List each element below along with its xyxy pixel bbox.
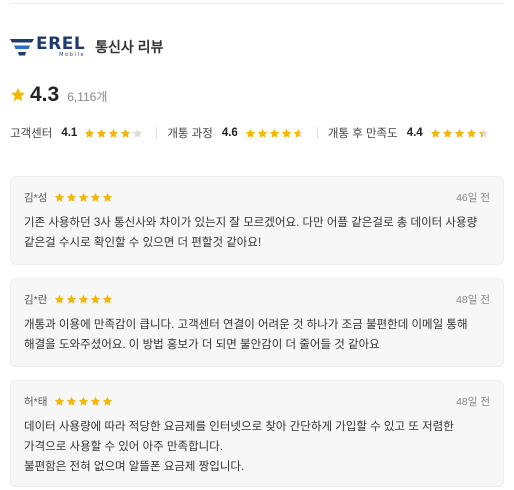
brand-logo: EREL Mobile: [10, 33, 86, 58]
category-stars: [430, 128, 490, 139]
star-icon: [55, 396, 65, 406]
review-stars: [54, 192, 114, 203]
star-icon: [293, 128, 304, 138]
logo-subtext: Mobile: [59, 51, 86, 58]
star-icon: [454, 128, 464, 138]
star-icon: [133, 128, 143, 138]
star-icon: [269, 128, 280, 138]
star-icon: [109, 128, 119, 138]
star-icon: [281, 128, 292, 138]
reviewer-name: 허*태: [24, 395, 48, 408]
divider: [156, 127, 158, 139]
star-icon: [121, 128, 131, 138]
category-post-activation: 개통 후 만족도 4.4: [328, 125, 490, 141]
review-text: 기존 사용하던 3사 통신사와 차이가 있는지 잘 모르겠어요. 다만 어플 같…: [24, 217, 478, 249]
category-stars: [84, 128, 144, 139]
star-icon: [478, 128, 488, 138]
star-icon: [67, 192, 77, 202]
divider: [316, 127, 318, 139]
page-title: 통신사 리뷰: [95, 39, 164, 55]
star-icon: [103, 192, 113, 202]
star-icon: [55, 192, 65, 202]
category-activation-process: 개통 과정 4.6: [167, 125, 305, 141]
review-header: EREL Mobile 통신사 리뷰: [10, 33, 164, 58]
review-date: 48일 전: [456, 395, 490, 408]
review-text: 개통과 이용에 만족감이 큽니다. 고객센터 연결이 어려운 것 하나가 조금 …: [24, 319, 468, 351]
star-icon: [79, 396, 89, 406]
star-icon: [79, 294, 89, 304]
review-text: 데이터 사용량에 따라 적당한 요금제를 인터넷으로 찾아 간단하게 가입할 수…: [24, 421, 454, 473]
star-icon: [97, 128, 107, 138]
top-divider: [10, 3, 504, 4]
star-icon: [91, 192, 101, 202]
star-icon: [257, 128, 268, 138]
brand-logo-icon: [10, 38, 34, 55]
star-icon: [11, 88, 25, 102]
logo-wordmark: EREL: [36, 33, 86, 54]
review-card: 허*태 48일 전 데이터 사용량에 따라 적당한 요금제를 인터넷으로 찾아 …: [10, 380, 504, 487]
star-icon: [103, 396, 113, 406]
review-stars: [54, 294, 114, 305]
star-icon: [245, 128, 256, 138]
rating-summary: 4.3 6,116개: [10, 83, 108, 106]
review-card: 김*성 46일 전 기존 사용하던 3사 통신사와 차이가 있는지 잘 모르겠어…: [10, 176, 504, 265]
star-icon: [430, 128, 440, 138]
category-score: 4.6: [221, 127, 238, 139]
reviewer-name: 김*란: [24, 293, 48, 306]
review-date: 48일 전: [456, 293, 490, 306]
star-icon: [91, 294, 101, 304]
category-score: 4.4: [406, 127, 423, 139]
review-date: 46일 전: [456, 191, 490, 204]
category-stars: [245, 128, 305, 139]
average-rating: 4.3: [30, 83, 60, 106]
star-icon: [79, 192, 89, 202]
category-label: 개통 과정: [167, 128, 213, 140]
review-card: 김*란 48일 전 개통과 이용에 만족감이 큽니다. 고객센터 연결이 어려운…: [10, 278, 504, 367]
star-icon: [466, 128, 476, 138]
star-icon: [91, 396, 101, 406]
star-icon: [85, 128, 95, 138]
category-score: 4.1: [61, 127, 78, 139]
reviewer-name: 김*성: [24, 191, 48, 204]
star-icon: [103, 294, 113, 304]
category-customer-service: 고객센터 4.1: [10, 125, 144, 141]
star-icon: [67, 294, 77, 304]
category-ratings: 고객센터 4.1 개통 과정 4.6 개통 후 만족도 4.4: [10, 124, 504, 142]
category-label: 개통 후 만족도: [327, 128, 398, 140]
review-count: 6,116개: [67, 90, 108, 104]
star-icon: [67, 396, 77, 406]
star-icon: [442, 128, 452, 138]
star-icon: [55, 294, 65, 304]
category-label: 고객센터: [10, 128, 53, 140]
review-stars: [54, 396, 114, 407]
